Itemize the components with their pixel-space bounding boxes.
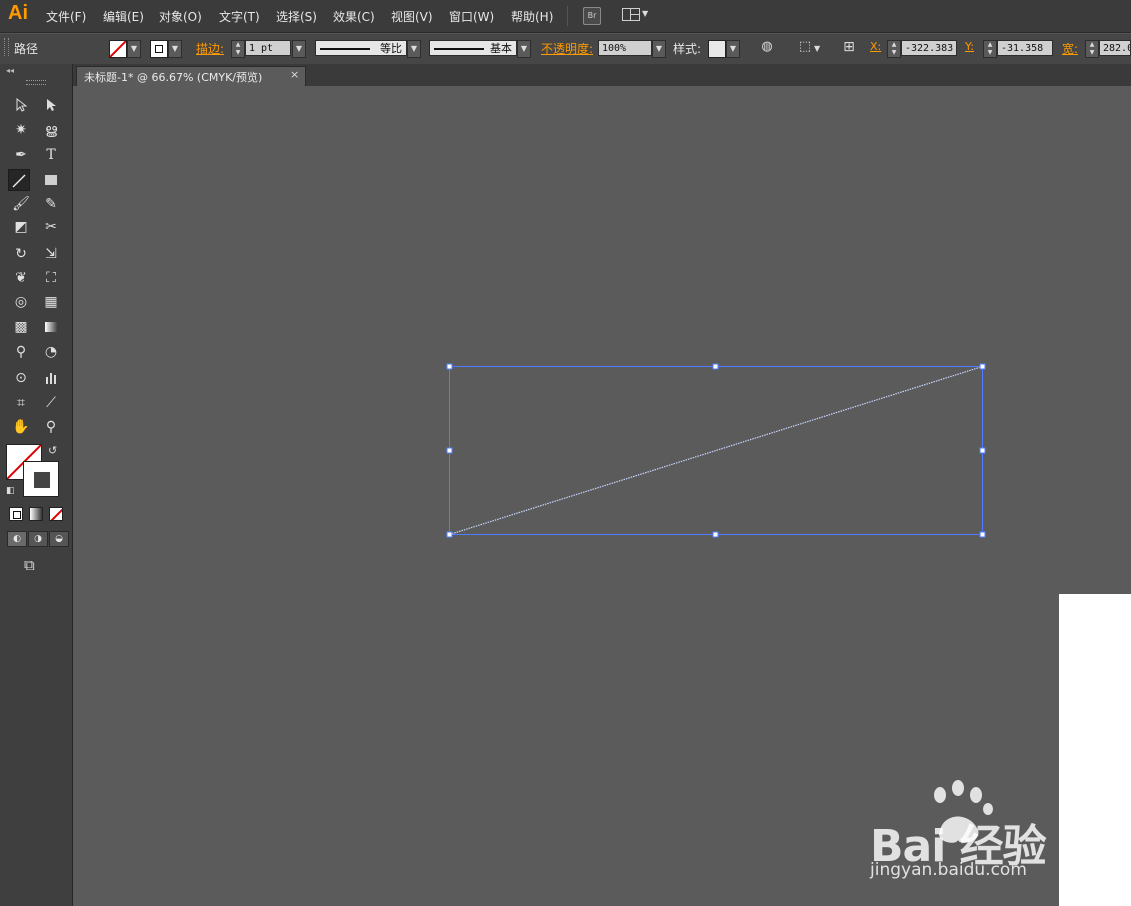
handle-middle-left[interactable] [446, 447, 453, 454]
handle-bottom-right[interactable] [979, 531, 986, 538]
selected-line-path[interactable] [449, 365, 983, 536]
handle-bottom-left[interactable] [446, 531, 453, 538]
handle-top-middle[interactable] [712, 363, 719, 370]
baidu-watermark: Bai 经验 jingyan.baidu.com [870, 785, 1070, 885]
artwork-layer [446, 363, 993, 843]
handle-middle-right[interactable] [979, 447, 986, 454]
watermark-url: jingyan.baidu.com [870, 860, 1027, 880]
handle-top-left[interactable] [446, 363, 453, 370]
handle-top-right[interactable] [979, 363, 986, 370]
handle-bottom-middle[interactable] [712, 531, 719, 538]
